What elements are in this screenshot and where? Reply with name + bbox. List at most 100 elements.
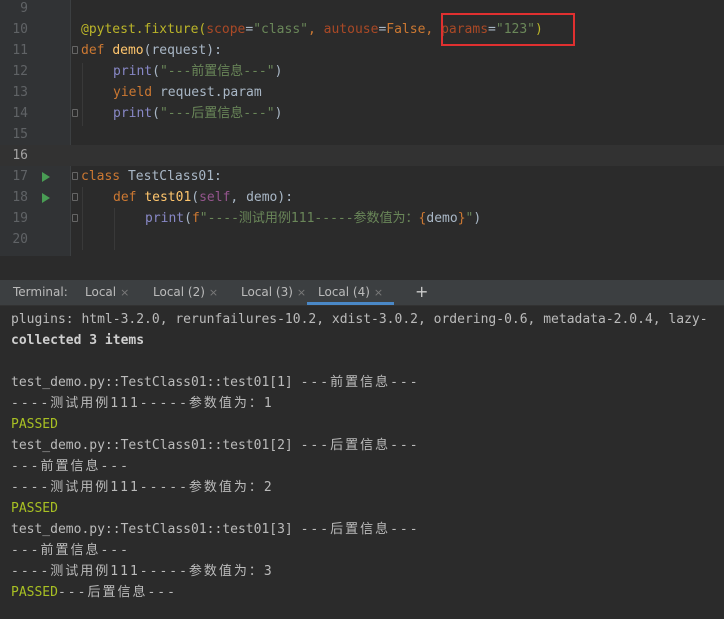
code-line-18: 18 def test01(self, demo):	[0, 187, 724, 208]
close-icon[interactable]: ×	[209, 286, 218, 299]
fold-icon[interactable]	[72, 172, 78, 180]
run-icon[interactable]	[42, 193, 50, 203]
fold-icon[interactable]	[72, 46, 78, 54]
code-line-9: 9	[0, 0, 724, 19]
output-line-final: PASSED---后置信息---	[11, 582, 177, 603]
output-line-pre3: ---前置信息---	[11, 543, 130, 558]
tab-local[interactable]: Local ×	[85, 280, 129, 305]
fixture-output: ---前置信息---	[300, 375, 420, 390]
close-icon[interactable]: ×	[297, 286, 306, 299]
tab-title: Local (2)	[153, 285, 205, 299]
code-line-19: 19 print(f"----测试用例111-----参数值为：{demo}")	[0, 208, 724, 229]
passed-status: PASSED	[11, 417, 58, 432]
paren-token: (	[152, 64, 160, 79]
code-text: print(f"----测试用例111-----参数值为：{demo}")	[145, 208, 481, 229]
passed-status: PASSED	[11, 501, 58, 516]
fixture-output: ---后置信息---	[300, 438, 420, 453]
code-line-14: 14 print("---后置信息---")	[0, 103, 724, 124]
expr-token: request.param	[152, 85, 262, 100]
paren-token: (	[184, 211, 192, 226]
fold-icon[interactable]	[72, 109, 78, 117]
param-token: autouse	[323, 22, 379, 37]
code-line-12: 12 print("---前置信息---")	[0, 61, 724, 82]
code-text: def demo(request):	[81, 40, 222, 61]
code-text: def test01(self, demo):	[113, 187, 293, 208]
args-token: (request):	[143, 43, 222, 58]
code-line-11: 11 def demo(request):	[0, 40, 724, 61]
string-token: "class"	[253, 22, 308, 37]
tab-title: Local (3)	[241, 285, 293, 299]
keyword-token: yield	[113, 85, 153, 100]
output-line-test3: test_demo.py::TestClass01::test01[3] ---…	[11, 519, 420, 540]
output-line-plugins: plugins: html-3.2.0, rerunfailures-10.2,…	[11, 312, 708, 327]
red-annotation-box	[441, 13, 575, 46]
decorator-token: @pytest.fixture(	[81, 22, 207, 37]
fold-icon[interactable]	[72, 193, 78, 201]
keyword-token: False	[386, 22, 426, 37]
comma-token: ,	[425, 22, 442, 37]
line-number: 18	[12, 190, 28, 205]
line-number: 16	[12, 148, 28, 163]
tab-title: Local	[85, 285, 117, 299]
test-id: test_demo.py::TestClass01::test01[1]	[11, 375, 301, 390]
line-number: 11	[12, 43, 28, 58]
line-number: 19	[12, 211, 28, 226]
output-line-test2: test_demo.py::TestClass01::test01[2] ---…	[11, 435, 420, 456]
string-token: "---前置信息---"	[159, 64, 275, 79]
line-number: 12	[12, 64, 28, 79]
function-name-token: demo	[112, 43, 144, 58]
code-line-20: 20	[0, 229, 724, 250]
code-text: print("---前置信息---")	[113, 61, 282, 82]
param-token: scope	[206, 22, 246, 37]
paren-token: )	[473, 211, 482, 226]
function-name-token: test01	[144, 190, 192, 205]
code-text: yield request.param	[113, 82, 262, 103]
output-line-result3: ----测试用例111-----参数值为：3	[11, 564, 274, 579]
self-token: self	[199, 190, 231, 205]
close-icon[interactable]: ×	[374, 286, 383, 299]
line-number: 10	[12, 22, 28, 37]
keyword-token: def	[113, 190, 145, 205]
paren-token: )	[274, 64, 283, 79]
fixture-output: ---后置信息---	[57, 585, 177, 600]
terminal-tab-bar: Terminal: Local × Local (2) × Local (3) × L…	[0, 280, 724, 306]
close-icon[interactable]: ×	[120, 286, 129, 299]
builtin-token: print	[113, 64, 153, 79]
code-line-10: 10 @pytest.fixture(scope="class", autous…	[0, 19, 724, 40]
tab-local-3[interactable]: Local (3) ×	[241, 280, 306, 305]
paren-token: )	[274, 106, 283, 121]
output-line-pre2: ---前置信息---	[11, 459, 130, 474]
terminal-output[interactable]: plugins: html-3.2.0, rerunfailures-10.2,…	[0, 306, 724, 619]
string-token: "----测试用例111-----参数值为：	[199, 211, 419, 226]
run-icon[interactable]	[42, 172, 50, 182]
test-id: test_demo.py::TestClass01::test01[3]	[11, 522, 301, 537]
line-number: 20	[12, 232, 28, 247]
fixture-output: ---后置信息---	[300, 522, 420, 537]
output-line-collected: collected 3 items	[11, 333, 145, 348]
passed-status: PASSED	[11, 585, 58, 600]
line-number: 17	[12, 169, 28, 184]
string-token: "---后置信息---"	[159, 106, 275, 121]
keyword-token: class	[81, 169, 121, 184]
code-line-16: 16	[0, 145, 724, 166]
args-token: , demo):	[230, 190, 294, 205]
fold-icon[interactable]	[72, 214, 78, 222]
comma-token: ,	[308, 22, 324, 37]
builtin-token: print	[113, 106, 153, 121]
code-editor[interactable]: 9 10 @pytest.fixture(scope="class", auto…	[0, 0, 724, 256]
variable-token: demo	[426, 211, 458, 226]
builtin-token: print	[145, 211, 185, 226]
paren-token: (	[152, 106, 160, 121]
tab-local-4[interactable]: Local (4) ×	[307, 280, 395, 305]
add-tab-icon[interactable]: +	[415, 280, 428, 305]
code-line-13: 13 yield request.param	[0, 82, 724, 103]
tab-local-2[interactable]: Local (2) ×	[153, 280, 218, 305]
line-number: 15	[12, 127, 28, 142]
test-id: test_demo.py::TestClass01::test01[2]	[11, 438, 301, 453]
code-line-15: 15	[0, 124, 724, 145]
output-line-test1: test_demo.py::TestClass01::test01[1] ---…	[11, 372, 420, 393]
code-text: print("---后置信息---")	[113, 103, 282, 124]
class-name-token: TestClass01:	[120, 169, 222, 184]
output-line-result2: ----测试用例111-----参数值为：2	[11, 480, 274, 495]
brace-token: }	[457, 211, 466, 226]
